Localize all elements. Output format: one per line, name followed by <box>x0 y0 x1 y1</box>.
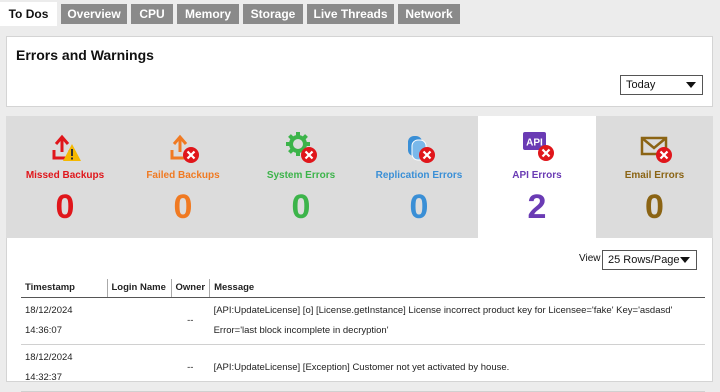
tab-cpu[interactable]: CPU <box>131 4 173 24</box>
card-failed-backups[interactable]: Failed Backups 0 <box>124 116 242 238</box>
tab-storage[interactable]: Storage <box>243 4 303 24</box>
card-api-errors[interactable]: API API Errors 2 <box>478 116 596 240</box>
timestamp-cell: 18/12/2024 14:32:37 <box>21 344 107 392</box>
timestamp-date: 18/12/2024 <box>25 304 73 316</box>
tab-memory[interactable]: Memory <box>177 4 239 24</box>
card-system-errors[interactable]: System Errors 0 <box>242 116 360 238</box>
timestamp-cell: 18/12/2024 14:36:07 <box>21 297 107 345</box>
tab-to-dos[interactable]: To Dos <box>0 2 57 26</box>
upload-warning-icon <box>52 134 81 161</box>
card-count: 0 <box>645 188 664 226</box>
card-label: Failed Backups <box>146 170 220 181</box>
timestamp-date: 18/12/2024 <box>25 351 73 363</box>
table-row[interactable]: 18/12/2024 14:36:07 -- [API:UpdateLicens… <box>21 297 705 345</box>
view-label: View <box>579 253 601 264</box>
svg-text:API: API <box>526 138 543 149</box>
errors-warnings-panel: Errors and Warnings Today <box>6 36 713 107</box>
card-count: 0 <box>291 188 311 226</box>
card-count: 0 <box>55 188 75 226</box>
message-line: [API:UpdateLicense] [o] [License.getInst… <box>213 304 673 316</box>
replication-error-icon <box>408 136 435 163</box>
login-name-cell <box>107 297 171 345</box>
chevron-down-icon <box>680 257 690 263</box>
card-label: Email Errors <box>624 170 685 181</box>
tab-live-threads[interactable]: Live Threads <box>307 4 394 24</box>
message-cell: [API:UpdateLicense] [Exception] Customer… <box>209 344 705 392</box>
error-log-panel: View 25 Rows/Page Timestamp Login Name O… <box>6 238 713 392</box>
period-select-value: Today <box>626 79 656 91</box>
column-header-message[interactable]: Message <box>209 279 705 298</box>
card-replication-errors[interactable]: Replication Errors 0 <box>360 116 478 238</box>
card-count: 2 <box>527 188 547 226</box>
table-row[interactable]: 18/12/2024 14:32:37 -- [API:UpdateLicens… <box>21 344 705 392</box>
error-summary-cards: Missed Backups 0 Failed Backups 0 System… <box>6 116 713 240</box>
panel-title: Errors and Warnings <box>16 47 154 63</box>
message-line: Error='last block incomplete in decrypti… <box>213 324 389 336</box>
tab-overview[interactable]: Overview <box>61 4 127 24</box>
owner-cell: -- <box>171 297 210 345</box>
message-line: [API:UpdateLicense] [Exception] Customer… <box>213 361 510 373</box>
card-label: Replication Errors <box>375 170 463 181</box>
period-select[interactable]: Today <box>620 75 703 95</box>
card-label: Missed Backups <box>25 170 105 181</box>
message-cell: [API:UpdateLicense] [o] [License.getInst… <box>209 297 705 345</box>
tab-bar: To Dos Overview CPU Memory Storage Live … <box>0 0 720 28</box>
column-header-timestamp[interactable]: Timestamp <box>21 279 108 298</box>
card-count: 0 <box>173 188 193 226</box>
upload-error-icon <box>170 134 199 163</box>
chevron-down-icon <box>686 82 696 88</box>
table-header-row: Timestamp Login Name Owner Message <box>21 279 705 298</box>
card-missed-backups[interactable]: Missed Backups 0 <box>6 116 124 238</box>
rows-per-page-select[interactable]: 25 Rows/Page <box>602 250 697 270</box>
timestamp-time: 14:36:07 <box>25 324 62 336</box>
rows-per-page-value: 25 Rows/Page <box>608 254 680 266</box>
card-label: System Errors <box>266 170 336 181</box>
column-header-owner[interactable]: Owner <box>171 279 211 298</box>
card-label: API Errors <box>512 170 562 181</box>
owner-cell: -- <box>171 344 210 392</box>
card-count: 0 <box>409 188 429 226</box>
login-name-cell <box>107 344 171 392</box>
card-email-errors[interactable]: Email Errors 0 <box>596 116 713 238</box>
gear-error-icon <box>286 132 317 163</box>
error-log-table: Timestamp Login Name Owner Message 18/12… <box>21 279 705 392</box>
email-error-icon <box>640 136 672 163</box>
api-error-icon: API <box>523 132 554 161</box>
timestamp-time: 14:32:37 <box>25 371 62 383</box>
column-header-login-name[interactable]: Login Name <box>107 279 172 298</box>
tab-network[interactable]: Network <box>398 4 460 24</box>
